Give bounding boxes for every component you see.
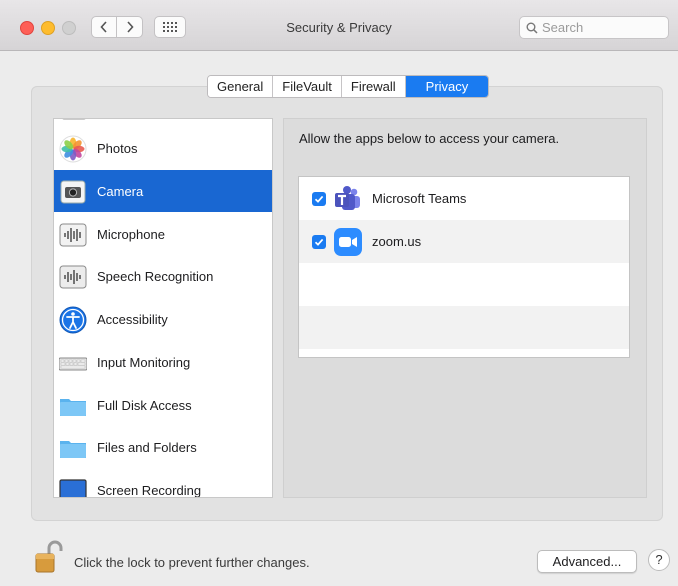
microphone-icon xyxy=(59,223,87,247)
folder-icon xyxy=(60,399,86,416)
tab-general[interactable]: General xyxy=(208,76,274,97)
checkmark-icon xyxy=(314,195,324,203)
sidebar-item-screen-recording[interactable]: Screen Recording xyxy=(54,469,272,498)
sidebar-item-camera[interactable]: Camera xyxy=(54,170,272,212)
folder-icon xyxy=(60,441,86,458)
privacy-category-list[interactable]: Photos Camera Microphone Speech Recognit… xyxy=(53,118,273,498)
sidebar-item-label: Input Monitoring xyxy=(97,354,191,370)
sidebar-item-accessibility[interactable]: Accessibility xyxy=(54,298,272,340)
tab-privacy[interactable]: Privacy xyxy=(405,76,489,97)
sidebar-item-label: Photos xyxy=(97,140,138,156)
zoom-checkbox[interactable] xyxy=(312,235,326,249)
accessibility-icon xyxy=(59,306,87,334)
zoom-icon xyxy=(334,228,362,256)
app-name: Microsoft Teams xyxy=(372,191,467,206)
sidebar-item-label: Microphone xyxy=(97,226,165,242)
checkmark-icon xyxy=(314,238,324,246)
screen-recording-icon xyxy=(59,479,87,497)
sidebar-item-microphone[interactable]: Microphone xyxy=(54,213,272,255)
app-row-microsoft-teams[interactable]: Microsoft Teams xyxy=(299,177,629,220)
tab-filevault[interactable]: FileVault xyxy=(273,76,342,97)
app-row-zoom[interactable]: zoom.us xyxy=(299,220,629,263)
sidebar-item-photos[interactable]: Photos xyxy=(54,127,272,169)
sidebar-item-label: Full Disk Access xyxy=(97,397,192,413)
camera-icon xyxy=(60,180,86,204)
microsoft-teams-icon xyxy=(335,186,360,210)
lock-icon[interactable] xyxy=(34,540,64,574)
sidebar-item-label: Screen Recording xyxy=(97,482,202,498)
system-preferences-window: Security & Privacy General FileVault Fir… xyxy=(0,0,678,586)
search-field[interactable] xyxy=(519,16,669,39)
app-name: zoom.us xyxy=(372,234,422,249)
sidebar-item-speech-recognition[interactable]: Speech Recognition xyxy=(54,255,272,297)
partial-item-icon xyxy=(62,119,86,120)
search-input[interactable] xyxy=(542,19,662,36)
lock-message: Click the lock to prevent further change… xyxy=(74,555,310,570)
tab-firewall[interactable]: Firewall xyxy=(341,76,406,97)
advanced-button[interactable]: Advanced... xyxy=(537,550,637,573)
sidebar-item-label: Camera xyxy=(97,183,144,199)
camera-access-caption: Allow the apps below to access your came… xyxy=(299,131,560,146)
app-list[interactable]: Microsoft Teams zoom.us xyxy=(298,176,630,358)
help-button[interactable]: ? xyxy=(648,549,670,571)
sidebar-item-label: Speech Recognition xyxy=(97,268,214,284)
search-icon xyxy=(526,22,538,34)
empty-row xyxy=(299,263,629,306)
keyboard-icon xyxy=(59,357,87,371)
sidebar-item-label: Files and Folders xyxy=(97,439,197,455)
photos-icon xyxy=(59,135,87,163)
title-bar: Security & Privacy xyxy=(0,0,678,51)
sidebar-item-full-disk-access[interactable]: Full Disk Access xyxy=(54,384,272,426)
microsoft-teams-checkbox[interactable] xyxy=(312,192,326,206)
sidebar-item-files-and-folders[interactable]: Files and Folders xyxy=(54,426,272,468)
empty-row xyxy=(299,306,629,349)
tab-bar: General FileVault Firewall Privacy xyxy=(207,75,490,98)
sidebar-item-input-monitoring[interactable]: Input Monitoring xyxy=(54,341,272,383)
sidebar-item-label: Accessibility xyxy=(97,311,168,327)
speech-recognition-icon xyxy=(59,265,87,289)
